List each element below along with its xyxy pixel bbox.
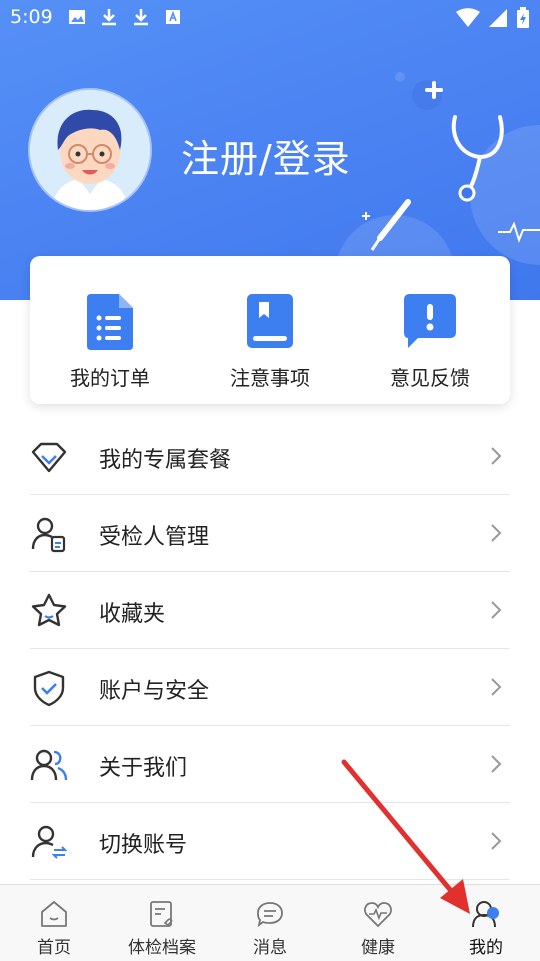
menu-item-switch-account[interactable]: 切换账号 bbox=[30, 803, 510, 880]
diamond-icon bbox=[31, 442, 67, 473]
stethoscope-icon bbox=[451, 115, 504, 202]
feedback-label: 意见反馈 bbox=[390, 366, 470, 390]
menu-label: 受检人管理 bbox=[99, 525, 210, 550]
tab-label: 体检档案 bbox=[128, 938, 196, 958]
chevron-right-icon bbox=[491, 447, 502, 465]
chevron-right-icon bbox=[491, 601, 502, 619]
about-users-icon bbox=[30, 749, 68, 781]
notes-book-icon bbox=[247, 294, 293, 348]
tab-label: 首页 bbox=[37, 938, 71, 958]
tab-label: 我的 bbox=[469, 938, 503, 958]
menu-label: 我的专属套餐 bbox=[99, 448, 232, 473]
home-icon bbox=[41, 901, 67, 927]
notes-label: 注意事项 bbox=[230, 366, 310, 390]
tab-home[interactable]: 首页 bbox=[0, 885, 108, 961]
tab-messages[interactable]: 消息 bbox=[216, 885, 324, 961]
menu-label: 收藏夹 bbox=[99, 602, 166, 627]
feedback-button[interactable]: 意见反馈 bbox=[350, 256, 510, 404]
login-register-link[interactable]: 注册/登录 bbox=[181, 128, 351, 183]
download-icon bbox=[134, 9, 148, 26]
avatar[interactable] bbox=[30, 90, 150, 210]
menu-item-exclusive-package[interactable]: 我的专属套餐 bbox=[30, 418, 510, 495]
message-icon bbox=[257, 902, 283, 928]
chevron-right-icon bbox=[491, 832, 502, 850]
menu-item-favorites[interactable]: 收藏夹 bbox=[30, 572, 510, 649]
quick-actions-card: 我的订单 注意事项 意见反馈 bbox=[30, 256, 510, 404]
syringe-icon bbox=[362, 199, 411, 251]
examinee-icon bbox=[31, 517, 66, 553]
image-icon bbox=[69, 10, 85, 24]
star-icon bbox=[31, 593, 67, 627]
status-bar: 5:09 bbox=[0, 0, 540, 36]
record-icon bbox=[150, 901, 173, 927]
tab-health[interactable]: 健康 bbox=[324, 885, 432, 961]
plus-icon bbox=[425, 81, 443, 99]
menu-label: 关于我们 bbox=[99, 756, 188, 781]
menu-label: 切换账号 bbox=[99, 833, 188, 858]
feedback-icon bbox=[404, 294, 456, 348]
chevron-right-icon bbox=[491, 524, 502, 542]
order-list-icon bbox=[87, 294, 133, 350]
tab-records[interactable]: 体检档案 bbox=[108, 885, 216, 961]
profile-icon bbox=[472, 901, 499, 928]
health-icon bbox=[364, 902, 392, 928]
my-orders-button[interactable]: 我的订单 bbox=[30, 256, 190, 404]
tab-profile[interactable]: 我的 bbox=[432, 885, 540, 961]
my-orders-label: 我的订单 bbox=[70, 366, 150, 390]
bottom-tab-bar: 首页 体检档案 消息 健康 我的 bbox=[0, 884, 540, 961]
menu-item-examinee-management[interactable]: 受检人管理 bbox=[30, 495, 510, 572]
translate-icon bbox=[166, 10, 180, 24]
battery-icon bbox=[517, 7, 529, 28]
chevron-right-icon bbox=[491, 678, 502, 696]
notes-button[interactable]: 注意事项 bbox=[190, 256, 350, 404]
shield-icon bbox=[33, 670, 65, 707]
signal-icon bbox=[489, 9, 507, 27]
wifi-icon bbox=[456, 8, 480, 27]
menu-item-about-us[interactable]: 关于我们 bbox=[30, 726, 510, 803]
settings-menu: 我的专属套餐 受检人管理 收藏夹 账户与安全 关于我们 切换账号 bbox=[30, 418, 510, 880]
download-icon bbox=[102, 9, 116, 26]
avatar-doctor-icon bbox=[30, 90, 150, 210]
chevron-right-icon bbox=[491, 755, 502, 773]
menu-item-account-security[interactable]: 账户与安全 bbox=[30, 649, 510, 726]
menu-label: 账户与安全 bbox=[99, 679, 210, 704]
tab-label: 健康 bbox=[361, 938, 395, 958]
heartbeat-icon bbox=[498, 221, 540, 243]
status-time: 5:09 bbox=[10, 6, 53, 28]
tab-label: 消息 bbox=[253, 938, 287, 958]
switch-account-icon bbox=[31, 825, 68, 859]
